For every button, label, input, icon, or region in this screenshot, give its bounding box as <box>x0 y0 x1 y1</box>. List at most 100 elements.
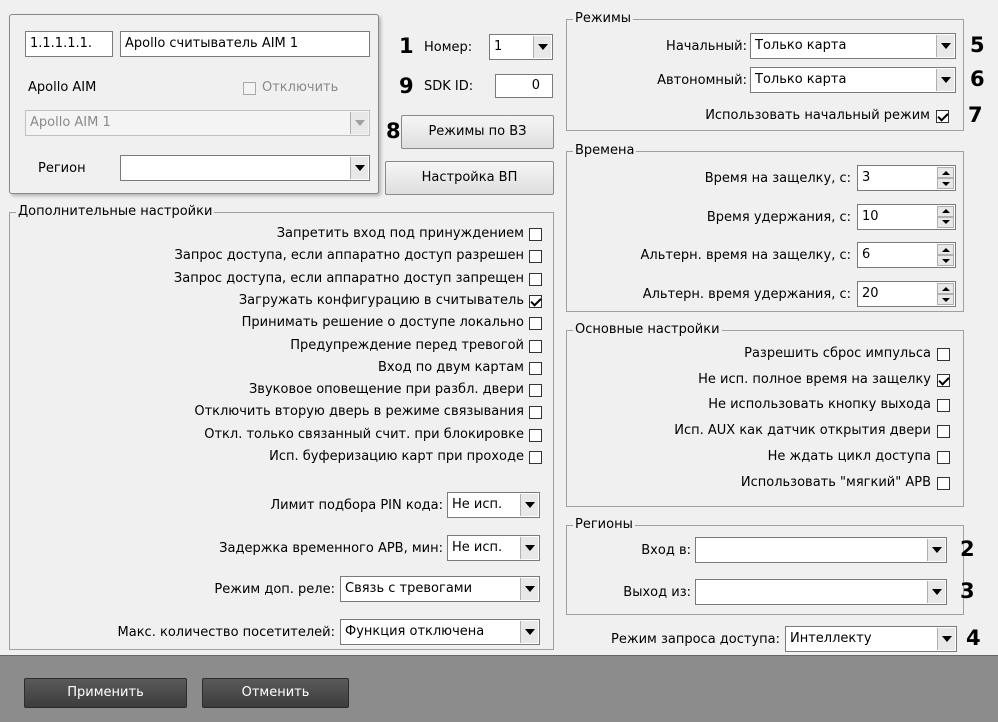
entry-region-select[interactable] <box>695 537 947 563</box>
basic-check-label: Не ждать цикл доступа <box>767 448 931 464</box>
chevron-down-icon <box>350 157 368 179</box>
extra-check-checkbox[interactable] <box>529 228 542 241</box>
region-select[interactable] <box>120 155 370 181</box>
apb-delay-label: Задержка временного APB, мин: <box>219 541 443 556</box>
extra-check-label: Звуковое оповещение при разбл. двери <box>248 382 524 398</box>
regions-title: Регионы <box>573 517 635 533</box>
time-spinbox[interactable]: 20 <box>857 281 956 308</box>
extra-check-label: Откл. только связанный счит. при блокиро… <box>204 426 524 442</box>
number-select[interactable]: 1 <box>489 34 553 60</box>
max-visitors-select[interactable]: Функция отключена <box>340 619 540 645</box>
footer-bar: Применить Отменить <box>0 655 998 722</box>
annotation-7: 7 <box>968 103 983 127</box>
extra-check-label: Запретить вход под принуждением <box>276 226 524 241</box>
time-spinbox[interactable]: 10 <box>857 203 956 230</box>
extra-check-checkbox[interactable] <box>529 451 542 464</box>
extra-check-checkbox[interactable] <box>529 384 542 398</box>
time-spinbox[interactable]: 6 <box>857 242 956 269</box>
chevron-down-icon <box>520 494 538 516</box>
time-row-label: Альтерн. время на защелку, с: <box>640 248 852 264</box>
extra-check-checkbox[interactable] <box>529 406 542 420</box>
annotation-8: 8 <box>386 119 401 143</box>
disable-label: Отключить <box>262 80 339 95</box>
chevron-down-icon <box>927 581 945 603</box>
basic-check-checkbox[interactable] <box>937 476 950 490</box>
basic-check-label: Использовать "мягкий" APB <box>740 474 931 490</box>
time-row-label: Альтерн. время удержания, с: <box>642 287 851 303</box>
basic-check-checkbox[interactable] <box>937 399 950 413</box>
apply-button[interactable]: Применить <box>24 678 187 708</box>
extra-check-label: Исп. буферизацию карт при проходе <box>269 449 524 464</box>
chevron-down-icon <box>520 537 538 559</box>
pin-limit-label: Лимит подбора PIN кода: <box>270 498 443 513</box>
spin-up-icon[interactable] <box>937 205 954 217</box>
basic-check-label: Разрешить сброс импульса <box>744 346 931 361</box>
annotation-4: 4 <box>966 626 981 650</box>
extra-check-label: Отключить вторую дверь в режиме связыван… <box>194 404 524 420</box>
annotation-1: 1 <box>399 34 414 58</box>
exit-region-label: Выход из: <box>623 585 691 600</box>
apb-delay-select[interactable]: Не исп. <box>447 535 540 561</box>
chevron-down-icon <box>927 539 945 561</box>
chevron-down-icon <box>533 36 551 58</box>
extra-check-checkbox[interactable] <box>529 250 542 264</box>
extra-check-checkbox[interactable] <box>529 272 542 286</box>
extra-check-checkbox[interactable] <box>529 428 542 442</box>
spin-up-icon[interactable] <box>937 283 954 295</box>
annotation-3: 3 <box>960 579 975 603</box>
address-field[interactable]: 1.1.1.1.1. <box>25 31 113 57</box>
time-row-label: Время удержания, с: <box>706 209 851 225</box>
spin-down-icon[interactable] <box>937 216 954 228</box>
region-label: Регион <box>38 161 86 176</box>
sdk-id-field: 0 <box>495 74 553 98</box>
access-mode-select[interactable]: Интеллекту <box>785 626 957 652</box>
autonomous-mode-label: Автономный: <box>657 73 747 88</box>
spin-down-icon[interactable] <box>937 294 954 306</box>
aim-select[interactable]: Apollo AIM 1 <box>25 110 370 136</box>
modes-bz-button[interactable]: Режимы по ВЗ <box>401 115 554 149</box>
initial-mode-select[interactable]: Только карта <box>750 33 956 59</box>
extra-check-label: Предупреждение перед тревогой <box>290 337 524 353</box>
pin-limit-select[interactable]: Не исп. <box>447 492 540 518</box>
annotation-6: 6 <box>970 67 985 91</box>
annotation-5: 5 <box>970 33 985 57</box>
extra-check-checkbox[interactable] <box>529 361 542 375</box>
use-initial-mode-label: Использовать начальный режим <box>705 108 930 123</box>
chevron-down-icon <box>936 69 954 91</box>
spin-down-icon[interactable] <box>937 178 954 189</box>
spin-down-icon[interactable] <box>937 255 954 267</box>
basic-check-checkbox[interactable] <box>937 425 950 439</box>
extra-check-checkbox[interactable] <box>529 339 542 353</box>
chevron-down-icon <box>520 621 538 643</box>
extra-check-label: Запрос доступа, если аппаратно доступ ра… <box>174 248 524 264</box>
modes-title: Режимы <box>573 11 634 27</box>
basic-settings-title: Основные настройки <box>573 322 722 338</box>
cancel-button[interactable]: Отменить <box>202 678 349 708</box>
number-label: Номер: <box>424 40 473 55</box>
autonomous-mode-select[interactable]: Только карта <box>750 67 956 93</box>
extra-check-label: Запрос доступа, если аппаратно доступ за… <box>173 270 524 286</box>
disable-checkbox[interactable] <box>243 82 256 95</box>
initial-mode-label: Начальный: <box>666 39 747 54</box>
relay-mode-select[interactable]: Связь с тревогами <box>340 576 540 602</box>
relay-mode-label: Режим доп. реле: <box>214 582 335 597</box>
extra-settings-title: Дополнительные настройки <box>16 204 215 220</box>
basic-check-checkbox[interactable] <box>937 450 950 464</box>
annotation-2: 2 <box>960 537 975 561</box>
exit-region-select[interactable] <box>695 579 947 605</box>
basic-check-checkbox[interactable] <box>937 348 950 361</box>
setup-vp-button[interactable]: Настройка ВП <box>385 161 554 195</box>
spin-up-icon[interactable] <box>937 167 954 178</box>
extra-check-checkbox[interactable] <box>529 317 542 331</box>
basic-check-checkbox[interactable] <box>937 373 950 387</box>
sdk-id-label: SDK ID: <box>424 79 474 94</box>
use-initial-mode-checkbox[interactable] <box>936 110 949 123</box>
times-title: Времена <box>573 143 637 159</box>
chevron-down-icon <box>520 578 538 600</box>
reader-name-field[interactable]: Apollo считыватель AIM 1 <box>120 31 370 57</box>
annotation-9: 9 <box>399 74 414 98</box>
extra-check-checkbox[interactable] <box>529 294 542 308</box>
time-spinbox[interactable]: 3 <box>857 165 956 191</box>
spin-up-icon[interactable] <box>937 244 954 256</box>
device-group: 1.1.1.1.1. Apollo считыватель AIM 1 Apol… <box>9 14 379 194</box>
